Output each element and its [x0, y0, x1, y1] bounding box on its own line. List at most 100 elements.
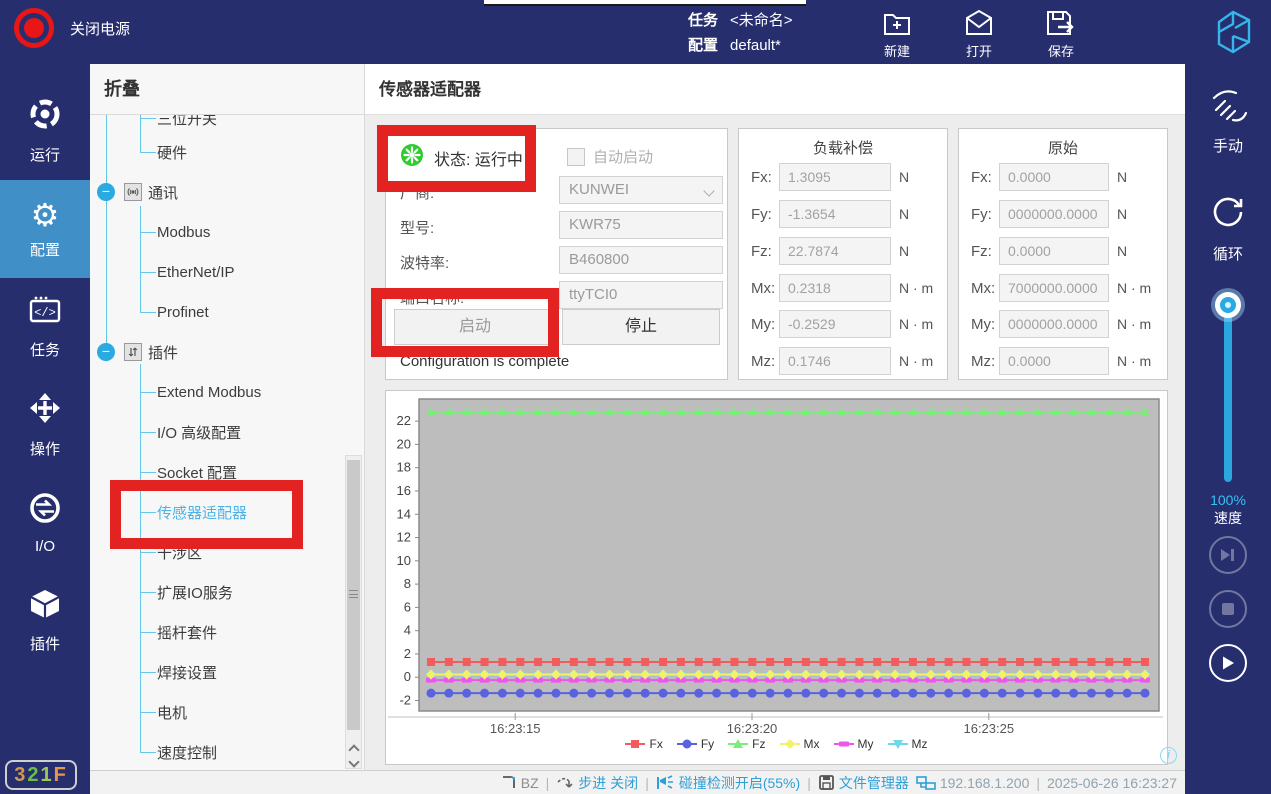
raw-fz-field[interactable]: 0.0000: [999, 237, 1109, 265]
nav-item-plugin[interactable]: 插件: [0, 572, 90, 670]
baudrate-field[interactable]: B460800: [559, 246, 723, 274]
row-label: Mx:: [971, 280, 995, 297]
port-field[interactable]: ttyTCI0: [559, 281, 723, 309]
unit-label: N · m: [1117, 353, 1151, 369]
raw-mx-field[interactable]: 7000000.0000: [999, 274, 1109, 302]
tree-item-extend-modbus[interactable]: Extend Modbus: [90, 372, 340, 412]
tree-item-ethernetip[interactable]: EtherNet/IP: [90, 252, 340, 292]
legend-item-Mx[interactable]: Mx: [780, 737, 820, 751]
tree-node-comm[interactable]: − 通讯: [90, 172, 340, 212]
nav-item-io[interactable]: I/O: [0, 474, 90, 572]
save-button[interactable]: 保存: [1039, 8, 1083, 60]
manual-mode-button[interactable]: 手动: [1185, 88, 1271, 156]
autostart-label: 自动启动: [593, 146, 653, 167]
chart-legend: Fx Fy Fz Mx My Mz: [386, 737, 1167, 751]
tree-item-speed-control[interactable]: 速度控制: [90, 732, 340, 770]
step-arrow-icon: [556, 775, 574, 791]
play-button[interactable]: [1209, 644, 1247, 682]
power-label: 关闭电源: [70, 18, 130, 39]
stop-button-circle[interactable]: [1209, 590, 1247, 628]
info-icon[interactable]: i: [1160, 747, 1177, 764]
raw-fy-field[interactable]: 0000000.0000: [999, 200, 1109, 228]
scrollbar-thumb[interactable]: [347, 460, 360, 730]
vendor-select[interactable]: KUNWEI: [559, 176, 723, 204]
sensor-chart: -2024681012141618202216:23:1516:23:2016:…: [386, 391, 1167, 736]
fz-value-field[interactable]: 22.7874: [779, 237, 891, 265]
svg-text:6: 6: [404, 599, 411, 614]
row-label: Fy:: [751, 206, 772, 223]
datetime: 2025-06-26 16:23:27: [1047, 775, 1177, 791]
tree-item-sensor-adapter[interactable]: 传感器适配器: [90, 492, 340, 532]
row-label: Fy:: [971, 206, 992, 223]
nav-item-task[interactable]: </> 任务: [0, 278, 90, 376]
file-manager-button[interactable]: 文件管理器: [818, 773, 909, 793]
scroll-down-icon[interactable]: [348, 756, 359, 767]
tree-collapse-header[interactable]: 折叠: [90, 64, 364, 115]
tree-item-interference[interactable]: 干涉区: [90, 532, 340, 572]
nav-label: 操作: [30, 438, 60, 459]
legend-item-My[interactable]: My: [834, 737, 874, 751]
my-value-field[interactable]: -0.2529: [779, 310, 891, 338]
speed-slider[interactable]: [1224, 296, 1232, 482]
scroll-up-icon[interactable]: [348, 744, 359, 755]
unit-label: N · m: [899, 316, 933, 332]
legend-item-Mz[interactable]: Mz: [888, 737, 928, 751]
fy-value-field[interactable]: -1.3654: [779, 200, 891, 228]
new-file-icon: [881, 8, 913, 38]
legend-item-Fy[interactable]: Fy: [677, 737, 714, 751]
nav-label: 配置: [30, 239, 60, 260]
io-exchange-icon: [28, 491, 62, 530]
config-value[interactable]: default*: [730, 33, 781, 58]
nav-item-config[interactable]: ⚙ 配置: [0, 180, 90, 278]
tree-item-modbus[interactable]: Modbus: [90, 212, 340, 252]
move-arrows-icon: [28, 391, 62, 430]
start-button[interactable]: 启动: [394, 309, 556, 345]
mx-value-field[interactable]: 0.2318: [779, 274, 891, 302]
tree-node-plugin[interactable]: − 插件: [90, 332, 340, 372]
row-label: Fz:: [971, 243, 992, 260]
step-next-button[interactable]: [1209, 536, 1247, 574]
raw-my-field[interactable]: 0000000.0000: [999, 310, 1109, 338]
stop-button[interactable]: 停止: [562, 309, 720, 345]
nav-item-run[interactable]: 运行: [0, 82, 90, 180]
svg-text:8: 8: [404, 576, 411, 591]
tree-scrollbar[interactable]: [345, 455, 362, 769]
gear-icon: ⚙: [31, 199, 60, 231]
collapse-minus-icon[interactable]: −: [97, 183, 115, 201]
speed-slider-thumb[interactable]: [1215, 292, 1241, 318]
open-button[interactable]: 打开: [957, 8, 1001, 60]
nav-label: 运行: [30, 144, 60, 165]
tree-item-profinet[interactable]: Profinet: [90, 292, 340, 332]
loop-mode-button[interactable]: 循环: [1185, 192, 1271, 264]
nav-item-operate[interactable]: 操作: [0, 376, 90, 474]
collapse-minus-icon[interactable]: −: [97, 343, 115, 361]
new-button[interactable]: 新建: [875, 8, 919, 60]
autostart-checkbox[interactable]: [567, 148, 585, 166]
tree-item-motor[interactable]: 电机: [90, 692, 340, 732]
row-label: Mz:: [751, 353, 775, 370]
power-button[interactable]: 关闭电源: [14, 8, 130, 48]
raw-fx-field[interactable]: 0.0000: [999, 163, 1109, 191]
tree-item-welding[interactable]: 焊接设置: [90, 652, 340, 692]
fx-value-field[interactable]: 1.3095: [779, 163, 891, 191]
tree-item-extend-io[interactable]: 扩展IO服务: [90, 572, 340, 612]
svg-text:</>: </>: [34, 306, 56, 320]
legend-item-Fx[interactable]: Fx: [625, 737, 662, 751]
sensor-config-card: 状态: 运行中 自动启动 厂商: KUNWEI 型号: KWR75 波特率: B…: [385, 128, 728, 380]
raw-mz-field[interactable]: 0.0000: [999, 347, 1109, 375]
network-address[interactable]: 192.168.1.200: [916, 775, 1030, 791]
collision-detect-indicator[interactable]: 碰撞检测开启(55%): [656, 773, 800, 793]
topbar: 关闭电源 任务 <未命名> 配置 default* 新建 打开 保存: [0, 0, 1271, 64]
left-nav: 运行 ⚙ 配置 </> 任务 操作 I/O 插件 321F: [0, 64, 90, 794]
tree-item-hardware[interactable]: 硬件: [90, 132, 340, 172]
tree-item-joystick[interactable]: 摇杆套件: [90, 612, 340, 652]
legend-item-Fz[interactable]: Fz: [728, 737, 765, 751]
step-mode-indicator[interactable]: 步进 关闭: [556, 773, 638, 793]
tree-item-socket[interactable]: Socket 配置: [90, 452, 340, 492]
chevron-down-icon: [703, 185, 714, 196]
svg-text:22: 22: [397, 413, 411, 428]
tree-item-io-advanced[interactable]: I/O 高级配置: [90, 412, 340, 452]
bz-indicator[interactable]: BZ: [500, 774, 539, 791]
model-field[interactable]: KWR75: [559, 211, 723, 239]
mz-value-field[interactable]: 0.1746: [779, 347, 891, 375]
